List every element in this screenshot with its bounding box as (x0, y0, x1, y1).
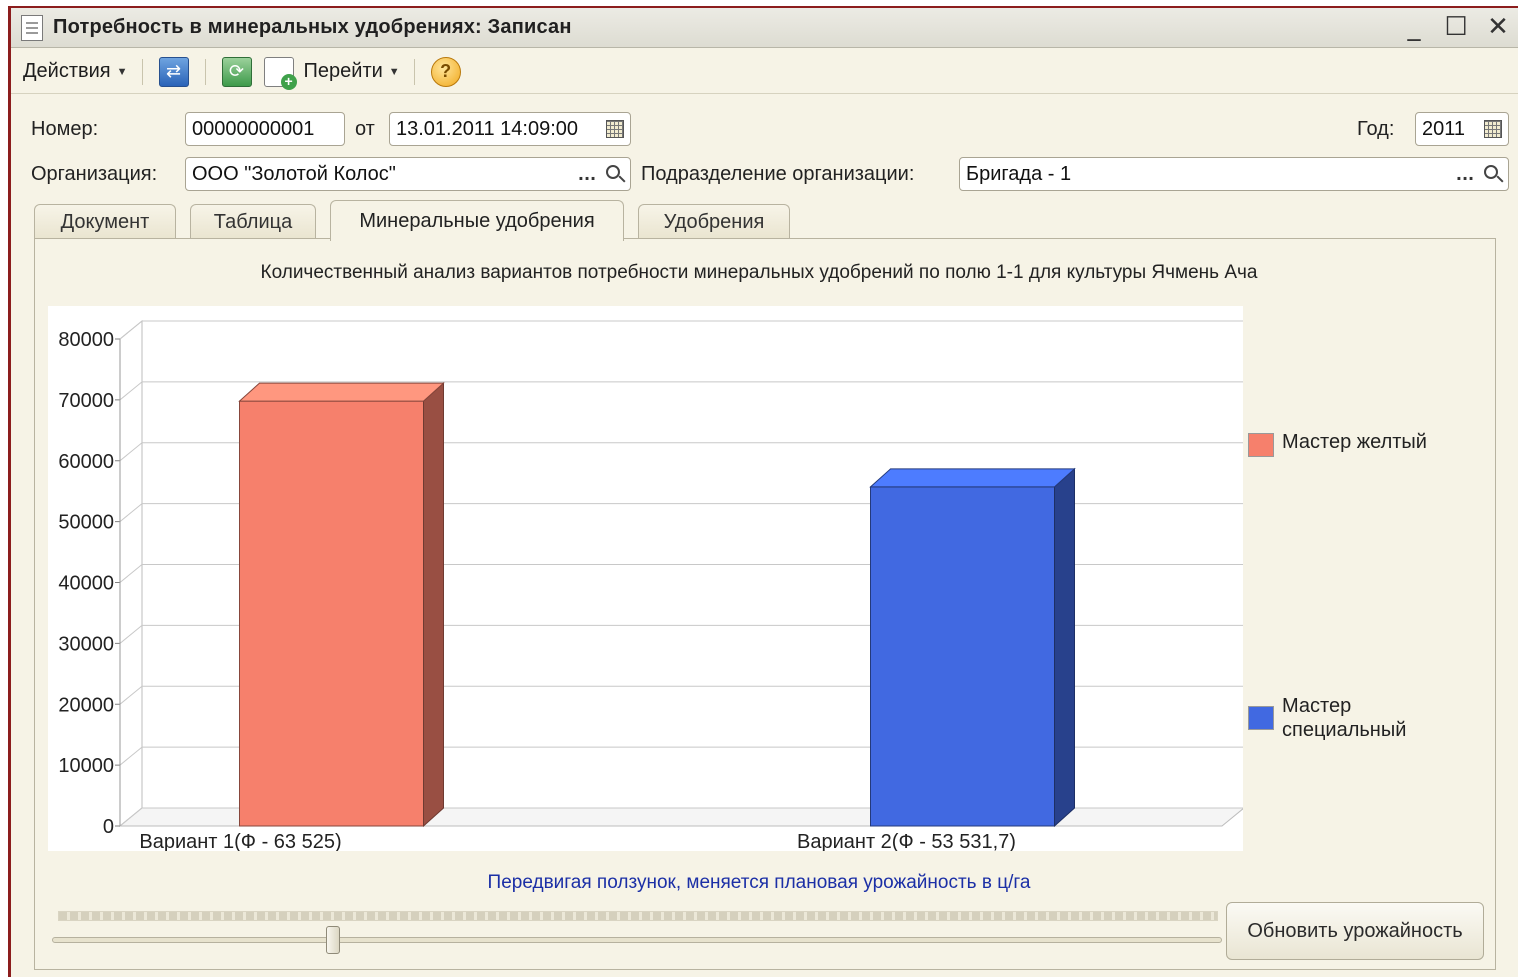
search-icon (606, 165, 620, 179)
chevron-down-icon: ▼ (116, 65, 128, 78)
division-label: Подразделение организации: (641, 163, 915, 185)
calendar-icon (1484, 120, 1502, 138)
legend-swatch (1248, 706, 1274, 730)
legend-swatch (1248, 433, 1274, 457)
bar-top (238, 382, 445, 402)
x-tick-label: Вариант 2(Ф - 53 531,7) (797, 831, 1016, 851)
y-tick-label: 0 (103, 816, 114, 838)
toolbar-separator (141, 58, 143, 85)
organization-value: ООО "Золотой Колос" (192, 162, 396, 185)
legend-item-master-yellow: Мастер желтый (1248, 431, 1427, 457)
actions-menu-label: Действия (23, 60, 111, 82)
date-from-label: от (355, 118, 375, 140)
refresh-yield-button[interactable]: Обновить урожайность (1226, 902, 1484, 960)
tab-table[interactable]: Таблица (190, 204, 316, 240)
actions-menu[interactable]: Действия ▼ (19, 60, 132, 83)
help-icon[interactable]: ? (430, 56, 461, 87)
toolbar-separator (204, 58, 206, 85)
y-tick-label: 40000 (58, 573, 114, 595)
reread-icon[interactable] (221, 56, 252, 87)
ellipsis-icon: ... (1455, 164, 1475, 184)
bar-chart: 0 10000 20000 30000 40000 50000 60000 70000 8000… (58, 319, 1246, 853)
y-tick-label: 50000 (58, 512, 114, 534)
x-tick-label: Вариант 1(Ф - 63 525) (139, 831, 341, 851)
minimize-button[interactable]: _ (1400, 12, 1428, 42)
organization-search-button[interactable] (602, 160, 628, 188)
y-tick-label: 60000 (58, 451, 114, 473)
division-value: Бригада - 1 (966, 162, 1072, 185)
slider-tick-strip (58, 911, 1218, 921)
window-controls: _ ☐ ✕ (1400, 12, 1512, 42)
number-field[interactable]: 00000000001 (185, 112, 345, 146)
year-field[interactable]: 2011 (1415, 112, 1509, 146)
y-tick-label: 30000 (58, 633, 114, 655)
bar-top (869, 468, 1076, 488)
y-tick-label: 20000 (58, 694, 114, 716)
tab-mineral-fertilizers[interactable]: Минеральные удобрения (330, 200, 624, 241)
y-tick-label: 10000 (58, 755, 114, 777)
tab-fertilizers[interactable]: Удобрения (638, 204, 790, 240)
number-value: 00000000001 (192, 117, 315, 140)
toolbar-separator (413, 58, 415, 85)
bar-front (239, 400, 424, 827)
close-button[interactable]: ✕ (1484, 12, 1512, 42)
write-and-close-icon[interactable] (158, 56, 189, 87)
calendar-button[interactable] (602, 115, 628, 143)
ellipsis-icon: ... (577, 164, 597, 184)
y-tick-label: 80000 (58, 329, 114, 351)
yield-slider[interactable] (52, 937, 1222, 943)
organization-select-button[interactable]: ... (574, 160, 600, 188)
bar-side (423, 381, 444, 828)
legend-label: Мастер желтый (1282, 431, 1427, 453)
division-field[interactable]: Бригада - 1 ... (959, 157, 1509, 191)
calendar-icon (606, 120, 624, 138)
copy-document-icon[interactable] (263, 56, 297, 90)
organization-label: Организация: (31, 163, 158, 185)
date-value: 13.01.2011 14:09:00 (396, 117, 579, 140)
legend-label: Мастер специальный (1282, 695, 1407, 741)
title-bar: Потребность в минеральных удобрениях: За… (11, 8, 1518, 48)
organization-field[interactable]: ООО "Золотой Колос" ... (185, 157, 631, 191)
bar-front (870, 486, 1055, 827)
window-title: Потребность в минеральных удобрениях: За… (53, 16, 572, 38)
legend-item-master-special: Мастер специальный (1248, 694, 1448, 742)
search-icon (1484, 165, 1498, 179)
chart-title: Количественный анализ вариантов потребно… (260, 262, 1258, 283)
division-select-button[interactable]: ... (1452, 160, 1478, 188)
tab-document[interactable]: Документ (34, 204, 176, 240)
bar-side (1054, 467, 1075, 828)
number-label: Номер: (31, 118, 99, 140)
chart-area: 0 10000 20000 30000 40000 50000 60000 70000 8000… (48, 306, 1246, 853)
year-calendar-button[interactable] (1480, 115, 1506, 143)
y-tick-label: 70000 (58, 390, 114, 412)
toolbar: Действия ▼ Перейти ▼ ? (11, 50, 1518, 94)
yield-slider-thumb[interactable] (325, 926, 340, 954)
year-label: Год: (1357, 118, 1395, 140)
chevron-down-icon: ▼ (388, 65, 400, 78)
goto-menu[interactable]: Перейти ▼ (300, 60, 404, 83)
document-icon (21, 14, 43, 41)
slider-hint: Передвигая ползунок, меняется плановая у… (487, 872, 1031, 893)
division-search-button[interactable] (1480, 160, 1506, 188)
date-field[interactable]: 13.01.2011 14:09:00 (389, 112, 631, 146)
goto-menu-label: Перейти (303, 60, 383, 82)
maximize-button[interactable]: ☐ (1442, 12, 1470, 42)
year-value: 2011 (1422, 117, 1466, 140)
